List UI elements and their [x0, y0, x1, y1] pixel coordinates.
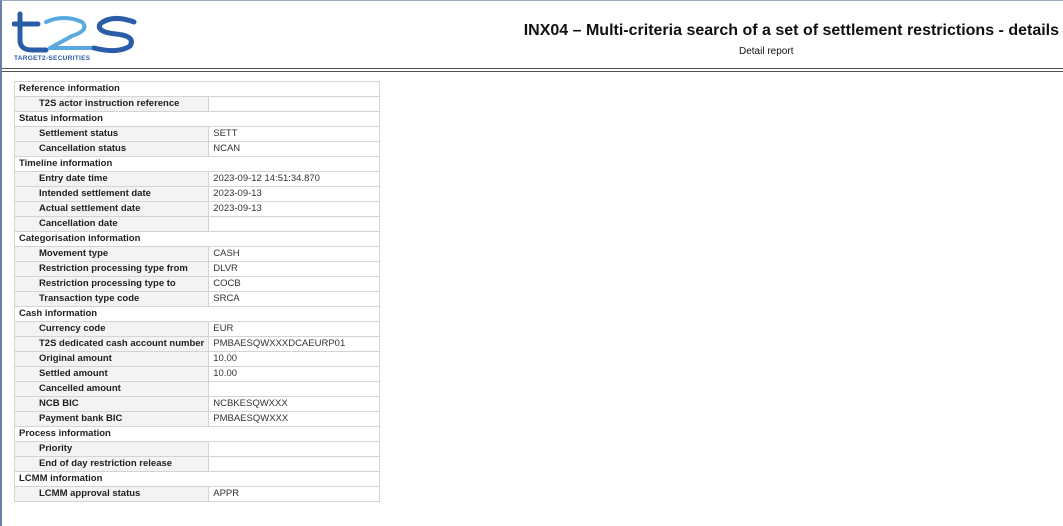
field-label: NCB BIC: [13, 396, 210, 412]
field-label: End of day restriction release: [13, 456, 210, 472]
field-value: [208, 381, 381, 397]
section-header-row: Timeline information: [13, 156, 381, 172]
page-subtitle: Detail report: [739, 46, 794, 57]
table-row: Actual settlement date 2023-09-13: [13, 201, 381, 217]
t2s-logo: TARGET2-SECURITIES: [11, 10, 140, 66]
field-value: 2023-09-12 14:51:34.870: [208, 171, 381, 187]
section-title: Timeline information: [13, 156, 381, 172]
table-row: Priority: [13, 441, 381, 457]
field-label: T2S actor instruction reference: [13, 96, 210, 112]
section-title: Categorisation information: [13, 231, 381, 247]
table-row: Cancellation date: [13, 216, 381, 232]
table-row: LCMM approval status APPR: [13, 486, 381, 502]
section-header-row: Process information: [13, 426, 381, 442]
field-value: 2023-09-13: [208, 201, 381, 217]
field-value: COCB: [208, 276, 381, 292]
field-label: Intended settlement date: [13, 186, 210, 202]
section-header-row: Categorisation information: [13, 231, 381, 247]
field-label: Restriction processing type from: [13, 261, 210, 277]
field-label: Transaction type code: [13, 291, 210, 307]
field-value: [208, 216, 381, 232]
section-title: Cash information: [13, 306, 381, 322]
section-header-row: LCMM information: [13, 471, 381, 487]
field-value: [208, 456, 381, 472]
table-row: T2S dedicated cash account number PMBAESQ…: [13, 336, 381, 352]
section-title: Status information: [13, 111, 381, 127]
table-row: Payment bank BIC PMBAESQWXXX: [13, 411, 381, 427]
table-row: Restriction processing type from DLVR: [13, 261, 381, 277]
section-header-row: Status information: [13, 111, 381, 127]
field-value: PMBAESQWXXX: [208, 411, 381, 427]
field-label: Currency code: [13, 321, 210, 337]
table-row: T2S actor instruction reference: [13, 96, 381, 112]
table-row: Settled amount 10.00: [13, 366, 381, 382]
logo-caption: TARGET2-SECURITIES: [14, 55, 91, 62]
table-row: Intended settlement date 2023-09-13: [13, 186, 381, 202]
field-value: 10.00: [208, 366, 381, 382]
field-label: Original amount: [13, 351, 210, 367]
field-value: NCAN: [208, 141, 381, 157]
field-label: Payment bank BIC: [13, 411, 210, 427]
field-label: Settlement status: [13, 126, 210, 142]
field-label: LCMM approval status: [13, 486, 210, 502]
field-value: 2023-09-13: [208, 186, 381, 202]
table-row: Transaction type code SRCA: [13, 291, 381, 307]
section-header-row: Reference information: [13, 81, 381, 97]
field-label: Cancellation date: [13, 216, 210, 232]
section-title: Process information: [13, 426, 381, 442]
field-label: Entry date time: [13, 171, 210, 187]
field-value: APPR: [208, 486, 381, 502]
table-row: Original amount 10.00: [13, 351, 381, 367]
field-value: SRCA: [208, 291, 381, 307]
detail-report-table: Reference information T2S actor instructi…: [13, 81, 381, 502]
field-value: SETT: [208, 126, 381, 142]
field-label: Restriction processing type to: [13, 276, 210, 292]
field-label: Settled amount: [13, 366, 210, 382]
field-label: Cancellation status: [13, 141, 210, 157]
field-value: NCBKESQWXXX: [208, 396, 381, 412]
table-row: Entry date time 2023-09-12 14:51:34.870: [13, 171, 381, 187]
field-label: T2S dedicated cash account number: [13, 336, 210, 352]
field-value: [208, 441, 381, 457]
report-header: TARGET2-SECURITIES INX04 – Multi-criteri…: [2, 0, 1063, 68]
table-row: Restriction processing type to COCB: [13, 276, 381, 292]
field-value: 10.00: [208, 351, 381, 367]
table-row: NCB BIC NCBKESQWXXX: [13, 396, 381, 412]
field-label: Cancelled amount: [13, 381, 210, 397]
header-divider-secondary: [2, 71, 1063, 72]
section-header-row: Cash information: [13, 306, 381, 322]
field-value: CASH: [208, 246, 381, 262]
table-row: Settlement status SETT: [13, 126, 381, 142]
table-row: End of day restriction release: [13, 456, 381, 472]
field-value: EUR: [208, 321, 381, 337]
field-label: Priority: [13, 441, 210, 457]
section-title: LCMM information: [13, 471, 381, 487]
field-label: Movement type: [13, 246, 210, 262]
field-value: PMBAESQWXXXDCAEURP01: [208, 336, 381, 352]
field-value: [208, 96, 381, 112]
section-title: Reference information: [13, 81, 381, 97]
field-value: DLVR: [208, 261, 381, 277]
table-row: Cancellation status NCAN: [13, 141, 381, 157]
page-title: INX04 – Multi-criteria search of a set o…: [523, 22, 1059, 39]
header-divider: [2, 68, 1063, 69]
t2s-logo-mark: [11, 11, 137, 54]
table-row: Cancelled amount: [13, 381, 381, 397]
field-label: Actual settlement date: [13, 201, 210, 217]
table-row: Movement type CASH: [13, 246, 381, 262]
table-row: Currency code EUR: [13, 321, 381, 337]
